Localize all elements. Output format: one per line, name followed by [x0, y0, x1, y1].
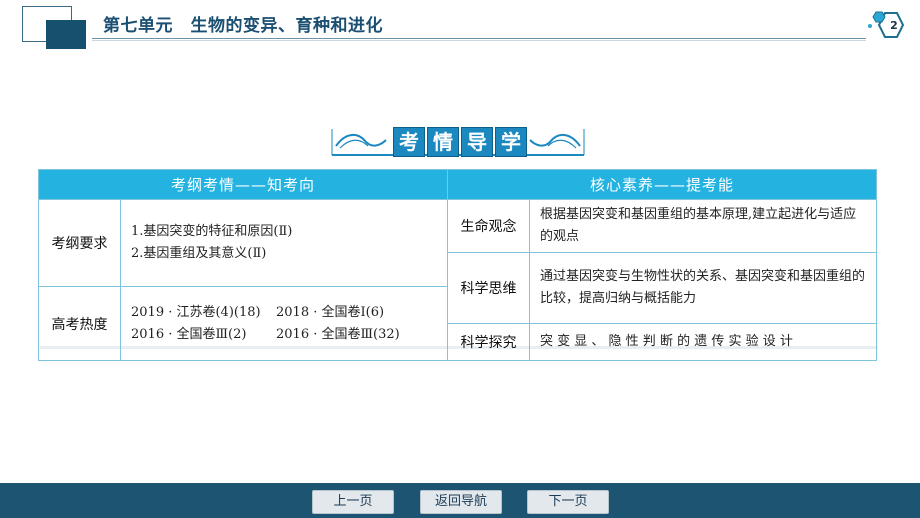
right-column-header: 核心素养——提考能 [447, 169, 878, 200]
requirements-cell: 1.基因突变的特征和原因(Ⅱ) 2.基因重组及其意义(Ⅱ) [119, 199, 449, 287]
page-number: 2 [890, 19, 898, 32]
row-label-exam-frequency: 高考热度 [38, 286, 121, 361]
scientific-inquiry-cell: 突 变 显 、 隐 性 判 断 的 遗 传 实 验 设 计 [529, 323, 878, 361]
section-title-char: 学 [495, 127, 527, 157]
requirement-item: 2.基因重组及其意义(Ⅱ) [131, 246, 267, 261]
row-label-life-concept: 生命观念 [447, 199, 531, 253]
section-title-char: 考 [393, 127, 425, 157]
row-label-scientific-inquiry: 科学探究 [447, 323, 531, 361]
section-title: 考 情 导 学 [393, 127, 527, 157]
back-to-nav-button[interactable]: 返回导航 [420, 490, 502, 514]
left-column-header: 考纲考情——知考向 [37, 169, 449, 200]
life-concept-cell: 根据基因突变和基因重组的基本原理,建立起进化与适应的观点 [529, 199, 878, 253]
prev-page-button[interactable]: 上一页 [312, 490, 394, 514]
header-divider-light [92, 40, 866, 41]
exam-item: 2016 · 全国卷Ⅲ(32) [276, 326, 400, 342]
next-page-button[interactable]: 下一页 [527, 490, 609, 514]
scientific-thinking-cell: 通过基因突变与生物性状的关系、基因突变和基因重组的比较，提高归纳与概括能力 [529, 252, 878, 324]
unit-title: 第七单元 生物的变异、育种和进化 [103, 16, 383, 36]
section-title-char: 导 [461, 127, 493, 157]
exam-item: 2019 · 江苏卷(4)(18) [131, 304, 261, 320]
requirement-item: 1.基因突变的特征和原因(Ⅱ) [131, 224, 293, 239]
exam-item: 2016 · 全国卷Ⅲ(2) [131, 326, 247, 342]
exam-item: 2018 · 全国卷Ⅰ(6) [276, 304, 385, 320]
overview-table: 考纲考情——知考向 核心素养——提考能 考纲要求 1.基因突变的特征和原因(Ⅱ)… [37, 169, 878, 361]
header-divider [92, 38, 866, 39]
row-label-requirements: 考纲要求 [38, 199, 121, 287]
section-title-char: 情 [427, 127, 459, 157]
header-decor-block [46, 20, 86, 49]
exam-frequency-cell: 2019 · 江苏卷(4)(18) 2018 · 全国卷Ⅰ(6) 2016 · … [119, 286, 449, 361]
row-label-scientific-thinking: 科学思维 [447, 252, 531, 324]
